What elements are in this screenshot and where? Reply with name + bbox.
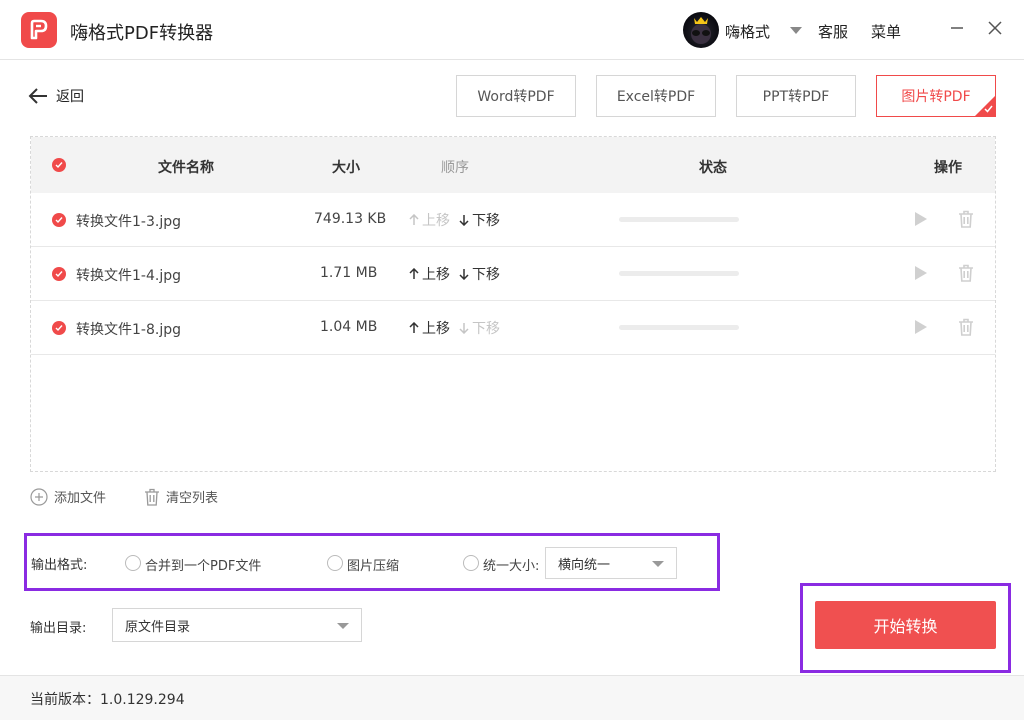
title-bar: 嗨格式PDF转换器 嗨格式 客服 菜单 <box>0 0 1024 60</box>
table-row: 转换文件1-8.jpg 1.04 MB 上移 下移 <box>31 301 995 355</box>
move-down-label: 下移 <box>472 321 500 337</box>
progress-bar <box>619 217 739 222</box>
file-table: 文件名称 大小 顺序 状态 操作 转换文件1-3.jpg 749.13 KB 上… <box>30 136 996 472</box>
plus-circle-icon <box>30 487 48 506</box>
table-row: 转换文件1-4.jpg 1.71 MB 上移 下移 <box>31 247 995 301</box>
username[interactable]: 嗨格式 <box>725 21 770 42</box>
row-checkbox[interactable] <box>52 213 66 227</box>
file-name: 转换文件1-3.jpg <box>76 214 181 230</box>
close-icon[interactable] <box>985 18 1005 38</box>
option-merge-label[interactable]: 合并到一个PDF文件 <box>145 555 261 574</box>
tab-image-to-pdf-label: 图片转PDF <box>901 89 971 105</box>
add-file-label: 添加文件 <box>54 491 107 506</box>
back-label: 返回 <box>56 89 84 105</box>
add-file-button[interactable]: 添加文件 <box>30 487 106 506</box>
tab-excel-to-pdf[interactable]: Excel转PDF <box>596 75 716 117</box>
progress-bar <box>619 271 739 276</box>
header-order: 顺序 <box>441 160 469 176</box>
arrow-left-icon <box>28 88 47 104</box>
footer: 当前版本：1.0.129.294 <box>0 675 1024 720</box>
arrow-up-icon <box>409 214 419 225</box>
move-up-button[interactable]: 上移 <box>409 264 450 284</box>
move-up-label: 上移 <box>422 267 450 283</box>
minimize-icon[interactable] <box>947 18 967 38</box>
arrow-down-icon <box>459 215 469 226</box>
header-file-name: 文件名称 <box>158 160 214 176</box>
file-size: 1.71 MB <box>320 265 378 281</box>
avatar[interactable] <box>683 12 719 48</box>
start-convert-button[interactable]: 开始转换 <box>815 601 996 649</box>
output-dir-value: 原文件目录 <box>125 619 191 635</box>
move-up-label: 上移 <box>422 213 450 229</box>
move-down-button[interactable]: 下移 <box>459 210 500 230</box>
arrow-up-icon <box>409 322 419 333</box>
menu-link[interactable]: 菜单 <box>871 21 901 42</box>
arrow-down-icon <box>459 323 469 334</box>
file-size: 749.13 KB <box>314 211 387 227</box>
play-icon[interactable] <box>911 317 931 337</box>
select-all-checkbox[interactable] <box>52 158 66 172</box>
file-name: 转换文件1-4.jpg <box>76 268 181 284</box>
table-header: 文件名称 大小 顺序 状态 操作 <box>31 137 995 193</box>
chevron-down-icon <box>652 561 664 567</box>
clear-list-label: 清空列表 <box>166 491 219 506</box>
move-up-button[interactable]: 上移 <box>409 318 450 338</box>
play-icon[interactable] <box>911 263 931 283</box>
app-logo-icon <box>21 12 57 48</box>
trash-icon[interactable] <box>956 209 976 229</box>
header-action: 操作 <box>934 160 962 176</box>
tab-ppt-to-pdf[interactable]: PPT转PDF <box>736 75 856 117</box>
table-row: 转换文件1-3.jpg 749.13 KB 上移 下移 <box>31 193 995 247</box>
option-compress-label[interactable]: 图片压缩 <box>347 555 399 574</box>
header-size: 大小 <box>332 160 360 176</box>
app-title: 嗨格式PDF转换器 <box>70 23 214 44</box>
progress-bar <box>619 325 739 330</box>
move-up-button[interactable]: 上移 <box>409 210 450 230</box>
trash-icon[interactable] <box>956 317 976 337</box>
output-format-section: 输出格式: 合并到一个PDF文件 图片压缩 统一大小: 横向统一 <box>24 533 720 591</box>
move-up-label: 上移 <box>422 321 450 337</box>
back-button[interactable]: 返回 <box>28 86 84 106</box>
uniform-size-select[interactable]: 横向统一 <box>545 547 677 579</box>
file-size: 1.04 MB <box>320 319 378 335</box>
row-checkbox[interactable] <box>52 267 66 281</box>
output-format-label: 输出格式: <box>31 558 88 573</box>
clear-list-button[interactable]: 清空列表 <box>144 487 218 506</box>
arrow-up-icon <box>409 268 419 279</box>
move-down-button[interactable]: 下移 <box>459 264 500 284</box>
move-down-label: 下移 <box>472 267 500 283</box>
trash-icon <box>145 488 159 506</box>
output-dir-select[interactable]: 原文件目录 <box>112 608 362 642</box>
file-name: 转换文件1-8.jpg <box>76 322 181 338</box>
uniform-size-value: 横向统一 <box>558 557 611 573</box>
service-link[interactable]: 客服 <box>818 21 848 42</box>
check-icon <box>984 105 993 113</box>
move-down-label: 下移 <box>472 213 500 229</box>
radio-compress[interactable] <box>327 555 343 571</box>
option-uniform-label[interactable]: 统一大小: <box>483 555 539 574</box>
tab-image-to-pdf[interactable]: 图片转PDF <box>876 75 996 117</box>
version-text: 当前版本：1.0.129.294 <box>30 692 185 708</box>
tab-word-to-pdf[interactable]: Word转PDF <box>456 75 576 117</box>
chevron-down-icon <box>337 623 349 629</box>
arrow-down-icon <box>459 269 469 280</box>
output-dir-label: 输出目录: <box>30 621 87 636</box>
header-status: 状态 <box>699 160 727 176</box>
move-down-button[interactable]: 下移 <box>459 318 500 338</box>
trash-icon[interactable] <box>956 263 976 283</box>
play-icon[interactable] <box>911 209 931 229</box>
chevron-down-icon[interactable] <box>790 27 802 34</box>
radio-uniform-size[interactable] <box>463 555 479 571</box>
row-checkbox[interactable] <box>52 321 66 335</box>
radio-merge[interactable] <box>125 555 141 571</box>
